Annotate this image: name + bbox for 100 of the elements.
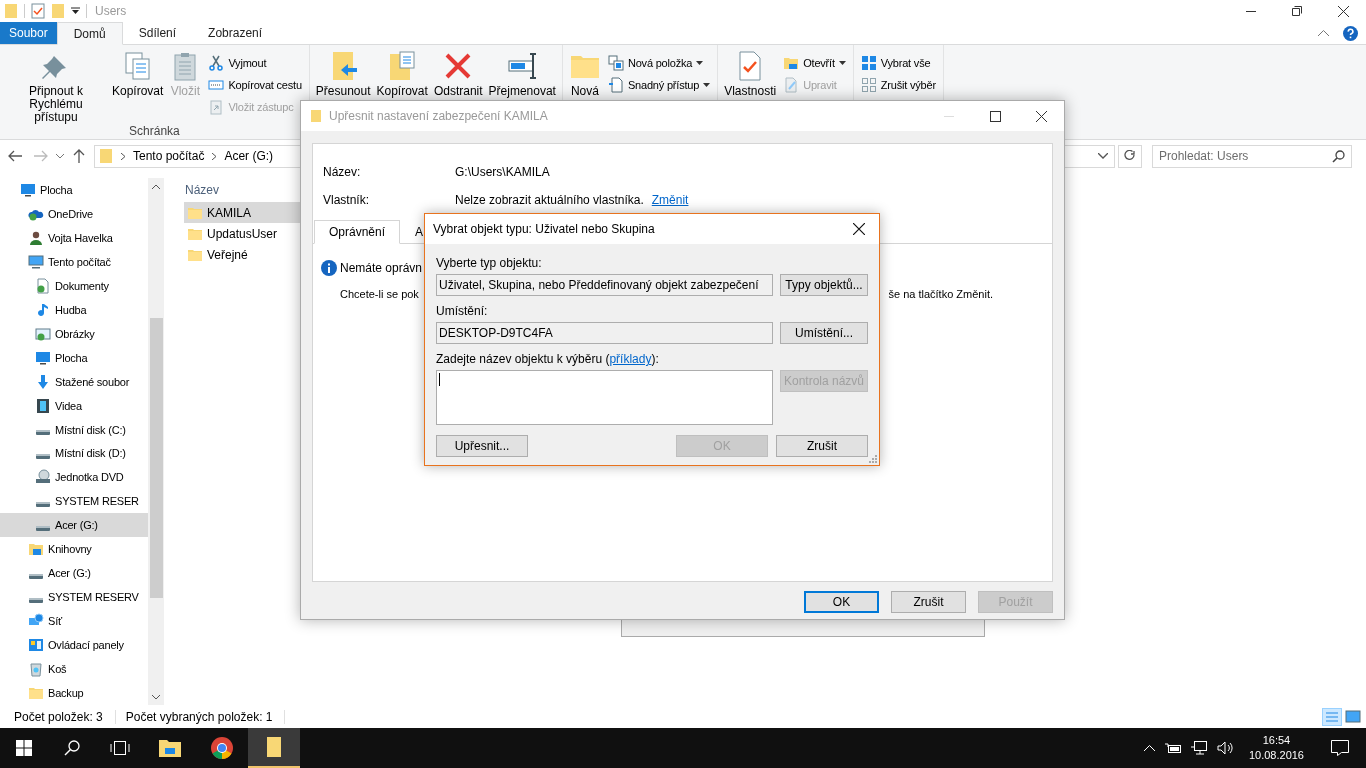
scissors-icon	[208, 55, 225, 71]
maximize-icon[interactable]	[989, 110, 1001, 122]
film-icon	[35, 397, 51, 414]
breadcrumb[interactable]: Tento počítač	[133, 149, 205, 163]
search-field[interactable]: Prohledat: Users	[1152, 144, 1352, 168]
breadcrumb[interactable]: Acer (G:)	[224, 149, 274, 163]
nav-item[interactable]: Plocha	[0, 345, 148, 370]
scroll-up-icon[interactable]	[152, 183, 160, 189]
close-icon[interactable]	[1035, 110, 1047, 122]
nav-item[interactable]: Plocha	[0, 178, 148, 202]
nav-item[interactable]: Koš	[0, 657, 148, 681]
nav-item[interactable]: Tento počítač	[0, 249, 148, 274]
resize-grip-icon[interactable]	[869, 455, 877, 463]
nav-item[interactable]: Místní disk (C:)	[0, 417, 148, 442]
ribbon-button[interactable]: Snadný přístup	[604, 75, 714, 95]
computer-icon	[28, 253, 44, 270]
nav-item[interactable]: Hudba	[0, 297, 148, 322]
nav-item[interactable]: Vojta Havelka	[0, 225, 148, 250]
ribbon-tab[interactable]: Zobrazení	[192, 22, 279, 44]
ribbon-button[interactable]: Nová	[566, 50, 603, 98]
ribbon-button[interactable]: Vyjmout	[205, 53, 305, 73]
chevron-down-icon[interactable]	[56, 153, 64, 159]
path-icon	[208, 77, 225, 93]
ribbon-tab[interactable]: Soubor	[0, 22, 57, 44]
ribbon-button[interactable]: Připnout k Rychlému přístupu	[4, 50, 108, 124]
ribbon-button[interactable]: Vlastnosti	[722, 50, 779, 98]
dialog-button[interactable]: Upřesnit...	[436, 435, 528, 457]
column-header[interactable]: Název	[185, 183, 219, 197]
ribbon-button[interactable]: Kopírovat	[374, 50, 430, 98]
scroll-down-icon[interactable]	[152, 694, 160, 700]
up-icon[interactable]	[73, 149, 85, 163]
nav-item[interactable]: Acer (G:)	[0, 561, 148, 586]
readonly-field[interactable]: Uživatel, Skupina, nebo Předdefinovaný objekt zabezpečení	[436, 274, 773, 296]
nav-item[interactable]: Backup	[0, 681, 148, 705]
chevron-right-icon	[121, 152, 125, 160]
refresh-button[interactable]	[1118, 144, 1142, 168]
battery-icon[interactable]	[1164, 742, 1181, 754]
close-icon[interactable]	[853, 223, 865, 235]
chevron-down-icon[interactable]	[1098, 153, 1108, 159]
document-icon	[607, 77, 624, 93]
field-label: Umístění:	[436, 304, 489, 319]
nav-item[interactable]: Knihovny	[0, 537, 148, 562]
speaker-icon[interactable]	[1216, 741, 1233, 755]
dialog-button[interactable]: OK	[804, 591, 879, 613]
ribbon-button[interactable]: Přejmenovat	[486, 50, 558, 98]
dialog-button[interactable]: Zrušit	[776, 435, 868, 457]
taskbar-app[interactable]	[248, 728, 300, 768]
ribbon-tab[interactable]: Domů	[56, 22, 123, 45]
ribbon-button[interactable]: Zrušit výběr	[857, 75, 939, 95]
dialog-button[interactable]: Umístění...	[780, 322, 868, 344]
notification-icon[interactable]	[1330, 739, 1350, 757]
ribbon-button[interactable]: Odstranit	[431, 50, 485, 98]
field-label: Vlastník:	[323, 193, 371, 207]
input-field[interactable]	[436, 370, 773, 425]
ribbon-button[interactable]: Vybrat vše	[857, 53, 939, 73]
back-icon[interactable]	[8, 150, 22, 162]
ribbon-button[interactable]: Nová položka	[604, 53, 714, 73]
clock[interactable]: 16:54 10.08.2016	[1242, 733, 1310, 763]
ribbon-button[interactable]: Přesunout	[313, 50, 373, 98]
nav-item[interactable]: SYSTEM RESERV	[0, 585, 148, 610]
ribbon-button[interactable]: Kopírovat cestu	[205, 75, 305, 95]
minimize-icon[interactable]	[1246, 10, 1256, 12]
task-view-icon	[110, 741, 130, 755]
nav-item[interactable]: Ovládací panely	[0, 633, 148, 658]
nav-item[interactable]: Jednotka DVD	[0, 465, 148, 490]
nav-item[interactable]: OneDrive	[0, 201, 148, 226]
dropdown-icon[interactable]	[71, 7, 80, 15]
ribbon-button[interactable]: Otevřít	[780, 53, 849, 73]
drive-icon	[28, 597, 44, 603]
nav-item[interactable]: Místní disk (D:)	[0, 441, 148, 466]
change-link[interactable]: Změnit	[651, 193, 689, 207]
dialog-button[interactable]: Typy objektů...	[780, 274, 868, 296]
thumbnail-view-icon[interactable]	[1344, 707, 1362, 726]
help-icon[interactable]	[1343, 25, 1358, 41]
nav-item[interactable]: Videa	[0, 393, 148, 418]
restore-icon[interactable]	[1292, 6, 1302, 16]
nav-item[interactable]: Acer (G:)	[0, 513, 148, 538]
caret-up-icon[interactable]	[1143, 745, 1155, 751]
music-note-icon	[35, 301, 51, 318]
ribbon-button[interactable]: Kopírovat	[110, 50, 166, 98]
dialog-tab[interactable]: Oprávnění	[314, 220, 401, 244]
nav-item[interactable]: SYSTEM RESER	[0, 489, 148, 514]
grid-icon	[860, 77, 877, 93]
nav-item[interactable]: Stažené soubor	[0, 369, 148, 394]
close-icon[interactable]	[1337, 5, 1349, 17]
ribbon-tab[interactable]: Sdílení	[122, 22, 193, 44]
drive-icon	[28, 573, 44, 579]
examples-link[interactable]: příklady	[609, 352, 652, 366]
readonly-field[interactable]: DESKTOP-D9TC4FA	[436, 322, 773, 344]
checklist-icon[interactable]	[31, 3, 45, 19]
network-icon[interactable]	[1190, 741, 1207, 755]
nav-item[interactable]: Síť	[0, 609, 148, 634]
open-folder-icon	[783, 55, 800, 71]
scrollbar[interactable]	[148, 178, 164, 705]
dialog-button[interactable]: Zrušit	[891, 591, 966, 613]
nav-item[interactable]: Obrázky	[0, 321, 148, 346]
group-label: Schránka	[129, 124, 180, 138]
notice-text: Nemáte oprávn	[340, 261, 423, 275]
nav-item[interactable]: Dokumenty	[0, 273, 148, 298]
collapse-icon[interactable]	[1318, 30, 1329, 36]
